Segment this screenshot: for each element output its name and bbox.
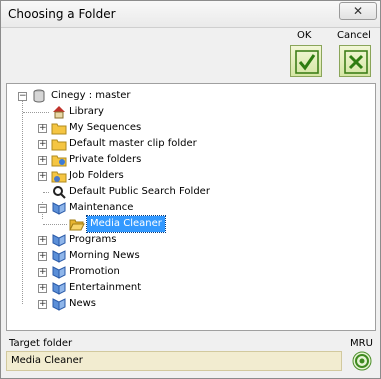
expand-icon[interactable]: + xyxy=(38,236,47,245)
cancel-button[interactable] xyxy=(339,45,371,77)
tree-item-entertainment[interactable]: + Entertainment xyxy=(7,280,207,296)
target-folder-label: Target folder xyxy=(9,338,73,349)
tree-item-default-public-search-folder[interactable]: Default Public Search Folder xyxy=(7,184,247,200)
target-folder-field[interactable]: Media Cleaner xyxy=(6,351,342,371)
tree-item-maintenance[interactable]: − Maintenance xyxy=(7,200,207,216)
roll-icon xyxy=(51,296,67,312)
tree-item-morning-news[interactable]: + Morning News xyxy=(7,248,207,264)
cancel-label: Cancel xyxy=(337,30,371,41)
roll-icon xyxy=(51,264,67,280)
folder-icon xyxy=(51,120,67,136)
ok-button[interactable] xyxy=(290,45,322,77)
cross-icon xyxy=(344,50,368,74)
expand-icon[interactable]: + xyxy=(38,156,47,165)
title-bar: Choosing a Folder ✕ xyxy=(1,1,380,28)
target-icon xyxy=(352,351,372,371)
tree-item-default-master-clip-folder[interactable]: + Default master clip folder xyxy=(7,136,227,152)
mru-button[interactable] xyxy=(352,351,372,371)
tree-item-media-cleaner[interactable]: Media Cleaner xyxy=(7,215,207,233)
search-folder-icon xyxy=(51,184,67,200)
tree-item-my-sequences[interactable]: + My Sequences xyxy=(7,120,207,136)
selected-folder-label: Media Cleaner xyxy=(86,215,166,233)
expand-icon[interactable]: + xyxy=(38,124,47,133)
roll-icon xyxy=(51,200,67,216)
tree-item-private-folders[interactable]: + Private folders xyxy=(7,152,207,168)
tree-item-programs[interactable]: + Programs xyxy=(7,232,207,248)
checkmark-icon xyxy=(295,50,319,74)
expand-icon[interactable]: + xyxy=(38,268,47,277)
close-button[interactable]: ✕ xyxy=(339,2,377,20)
tree-item-library[interactable]: Library xyxy=(7,104,207,120)
house-icon xyxy=(51,104,67,120)
roll-icon xyxy=(51,248,67,264)
mru-label: MRU xyxy=(350,338,373,349)
database-icon xyxy=(31,88,47,104)
roll-icon xyxy=(51,232,67,248)
expand-icon[interactable]: + xyxy=(38,300,47,309)
job-folder-icon xyxy=(51,168,67,184)
folder-tree[interactable]: − Cinegy : master Library + My Sequences… xyxy=(6,83,376,331)
window-title: Choosing a Folder xyxy=(8,7,116,21)
expand-icon[interactable]: + xyxy=(38,172,47,181)
roll-icon xyxy=(51,280,67,296)
expand-icon[interactable]: + xyxy=(38,140,47,149)
tree-root[interactable]: − Cinegy : master xyxy=(7,88,207,104)
choose-folder-dialog: Choosing a Folder ✕ OK Cancel − Cinegy :… xyxy=(0,0,381,379)
tree-root-label: Cinegy : master xyxy=(51,90,131,101)
expand-icon[interactable]: + xyxy=(38,252,47,261)
tree-item-news[interactable]: + News xyxy=(7,296,207,312)
tree-item-job-folders[interactable]: + Job Folders xyxy=(7,168,207,184)
collapse-icon[interactable]: − xyxy=(38,204,47,213)
private-folder-icon xyxy=(51,152,67,168)
ok-label: OK xyxy=(297,30,312,41)
collapse-icon[interactable]: − xyxy=(18,92,27,101)
expand-icon[interactable]: + xyxy=(38,284,47,293)
folder-open-icon xyxy=(69,216,85,232)
folder-icon xyxy=(51,136,67,152)
tree-item-promotion[interactable]: + Promotion xyxy=(7,264,207,280)
